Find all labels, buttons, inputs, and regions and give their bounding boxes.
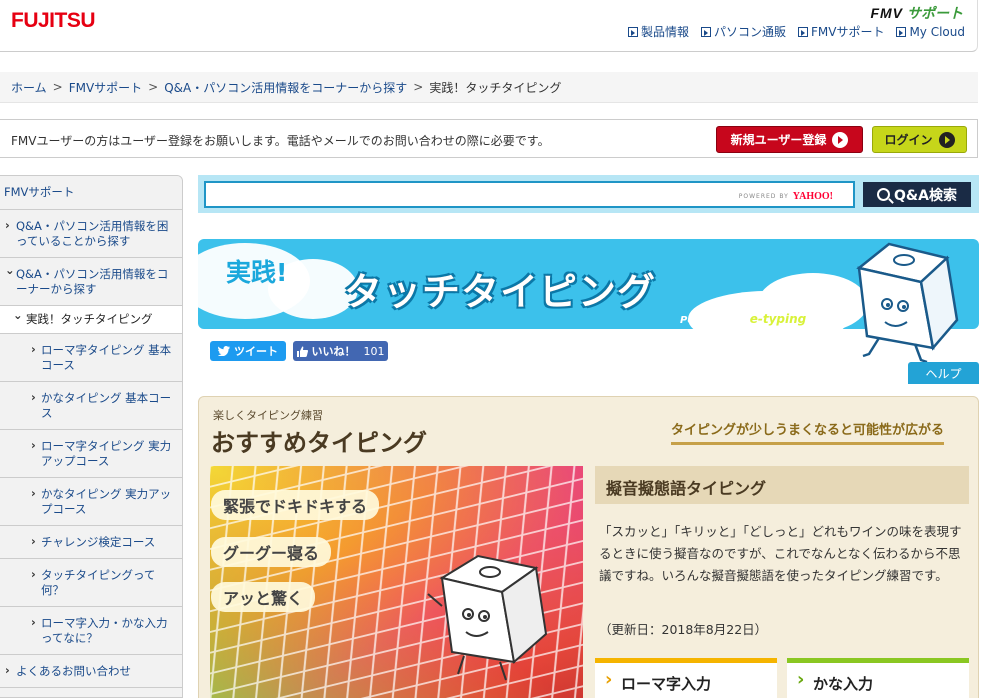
arrow-box-icon: [700, 26, 711, 37]
top-nav-links: 製品情報 パソコン通販 FMVサポート My Cloud: [627, 23, 965, 40]
powered-by-yahoo: POWERED BY YAHOO!: [739, 191, 833, 202]
etyping-logo: e-typing: [749, 312, 807, 326]
top-link-shop[interactable]: パソコン通販: [700, 23, 786, 40]
top-link-label: 製品情報: [640, 25, 689, 39]
sidebar-subitem-challenge[interactable]: チャレンジ検定コース: [0, 526, 182, 559]
register-button[interactable]: 新規ユーザー登録: [716, 126, 863, 153]
course-description: 「スカッと」「キリッと」「どしっと」どれもワインの味を表現するときに使う擬音なの…: [599, 524, 962, 583]
like-label: いいね！: [311, 345, 356, 358]
arrow-box-icon: [797, 26, 808, 37]
support-brand-text: サポート: [907, 5, 963, 21]
banner-subtitle: 実践!: [226, 258, 288, 287]
sidebar-subitem-kana-advanced[interactable]: かなタイピング 実力アップコース: [0, 478, 182, 526]
fujitsu-logo[interactable]: FUJITSU: [11, 9, 96, 33]
search-button-label: Q&A検索: [894, 187, 957, 204]
sidebar-subitem-what-is[interactable]: タッチタイピングって何？: [0, 559, 182, 607]
top-link-products[interactable]: 製品情報: [627, 23, 689, 40]
help-button[interactable]: ヘルプ: [908, 362, 979, 384]
phrase-pill: グーグー寝る: [211, 537, 332, 567]
phrase-pill: アッと驚く: [211, 582, 316, 612]
top-link-fmv-support[interactable]: FMVサポート: [797, 23, 885, 40]
recommended-typing-section: 楽しくタイピング練習 おすすめタイピング タイピングが少しうまくなると可能性が広…: [198, 396, 979, 698]
breadcrumb-corner[interactable]: Q&A・パソコン活用情報をコーナーから探す: [164, 79, 407, 96]
breadcrumb-separator: >: [52, 80, 63, 94]
breadcrumb: ホーム > FMVサポート > Q&A・パソコン活用情報をコーナーから探す > …: [0, 72, 978, 103]
facebook-like-button[interactable]: いいね！ 101: [293, 341, 388, 361]
search-bar: POWERED BY YAHOO! Q&A検索: [198, 175, 979, 213]
arrow-box-icon: [627, 26, 638, 37]
login-label: ログイン: [884, 133, 933, 147]
thumbs-up-icon: [296, 345, 308, 357]
breadcrumb-fmv-support[interactable]: FMVサポート: [69, 79, 142, 96]
search-input[interactable]: POWERED BY YAHOO!: [204, 181, 855, 208]
top-link-my-cloud[interactable]: My Cloud: [896, 23, 965, 40]
login-button[interactable]: ログイン: [872, 126, 967, 153]
fmv-support-brand[interactable]: FMV サポート: [870, 3, 963, 23]
sidebar-subitem-roma-advanced[interactable]: ローマ字タイピング 実力アップコース: [0, 430, 182, 478]
sidebar-item-current[interactable]: 実践！タッチタイピング: [0, 306, 182, 334]
course-updated-date: （更新日：2018年8月22日）: [599, 622, 768, 637]
top-link-label: My Cloud: [909, 24, 965, 39]
featured-course-image[interactable]: 緊張でドキドキする グーグー寝る アッと驚く: [210, 466, 583, 698]
phrase-pill: 緊張でドキドキする: [211, 490, 380, 520]
tweet-label: ツイート: [234, 345, 278, 358]
arrow-circle-icon: [938, 131, 955, 148]
kana-input-button[interactable]: かな入力: [787, 658, 969, 698]
breadcrumb-current: 実践！タッチタイピング: [429, 80, 562, 95]
top-link-label: FMVサポート: [810, 25, 885, 39]
banner-title: タッチタイピング: [344, 270, 657, 314]
banner-powered-by: Powered by e-typing: [680, 312, 806, 326]
qa-search-button[interactable]: Q&A検索: [863, 182, 971, 207]
banner-powered-label: Powered by: [680, 315, 747, 326]
section-tagline: タイピングが少しうまくなると可能性が広がる: [671, 419, 945, 445]
arrow-circle-icon: [832, 131, 849, 148]
sidebar-subitem-input-methods[interactable]: ローマ字入力・かな入力ってなに？: [0, 607, 182, 655]
breadcrumb-home[interactable]: ホーム: [11, 79, 47, 96]
roma-input-button[interactable]: ローマ字入力: [595, 658, 777, 698]
powered-by-label: POWERED BY: [738, 193, 789, 200]
section-title: おすすめタイピング: [211, 429, 427, 457]
sidebar-subitem-kana-basic[interactable]: かなタイピング 基本コース: [0, 382, 182, 430]
site-header: FUJITSU FMV サポート 製品情報 パソコン通販 FMVサポート My C…: [0, 0, 978, 52]
sidebar-item-by-problem[interactable]: Q&A・パソコン活用情報を困っていることから探す: [0, 210, 182, 258]
sidebar-item-faq[interactable]: よくあるお問い合わせ: [0, 655, 182, 688]
twitter-bird-icon: [218, 346, 230, 356]
section-subtitle: 楽しくタイピング練習: [213, 409, 323, 422]
tweet-button[interactable]: ツイート: [210, 341, 286, 361]
sidebar-item-fmv-support[interactable]: FMVサポート: [0, 176, 182, 210]
notice-text: FMVユーザーの方はユーザー登録をお願いします。電話やメールでのお問い合わせの際…: [11, 134, 550, 148]
sidebar-subitem-roma-basic[interactable]: ローマ字タイピング 基本コース: [0, 334, 182, 382]
sidebar-nav: FMVサポート Q&A・パソコン活用情報を困っていることから探す Q&A・パソコ…: [0, 175, 183, 698]
search-icon: [877, 188, 891, 201]
sidebar-item-by-corner[interactable]: Q&A・パソコン活用情報をコーナーから探す: [0, 258, 182, 306]
arrow-box-icon: [896, 26, 907, 37]
top-link-label: パソコン通販: [713, 25, 786, 39]
breadcrumb-separator: >: [413, 80, 424, 94]
sidebar-item-contact[interactable]: お問い合わせ窓口: [0, 688, 182, 697]
breadcrumb-separator: >: [148, 80, 159, 94]
registration-notice: FMVユーザーの方はユーザー登録をお願いします。電話やメールでのお問い合わせの際…: [0, 119, 978, 158]
yahoo-logo: YAHOO!: [792, 191, 833, 202]
key-mascot-icon: [856, 242, 959, 364]
register-label: 新規ユーザー登録: [730, 133, 827, 147]
course-title: 擬音擬態語タイピング: [595, 466, 969, 504]
like-count: 101: [363, 344, 385, 358]
fmv-brand-text: FMV: [870, 5, 903, 21]
